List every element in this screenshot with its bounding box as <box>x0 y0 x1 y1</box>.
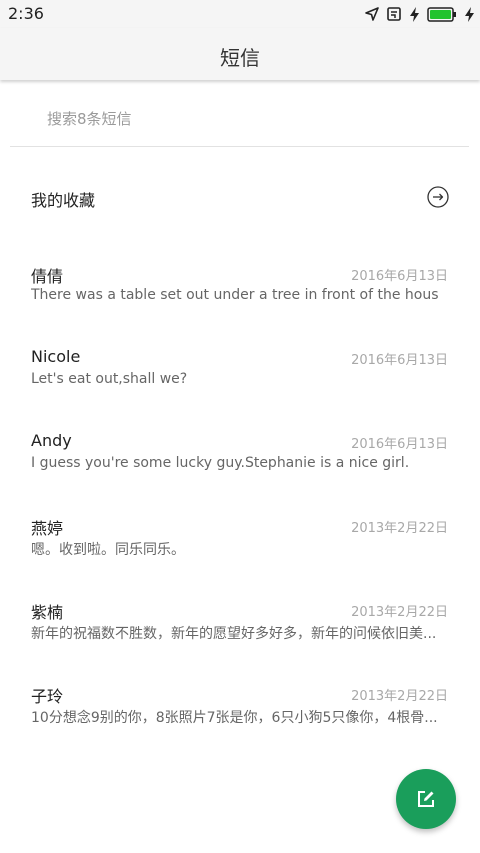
search-divider <box>10 146 469 147</box>
conversation-item[interactable]: Nicole 2016年6月13日 Let's eat out,shall we… <box>0 339 480 423</box>
location-arrow-icon <box>365 7 379 21</box>
messages-screen: 2:36 短信 搜索8条短信 我的收藏 倩倩 2016年6月13日 There … <box>0 0 480 853</box>
title-bar: 短信 <box>0 28 480 80</box>
compose-icon <box>418 791 434 807</box>
status-icons <box>365 4 474 24</box>
message-date: 2013年2月22日 <box>351 689 448 704</box>
message-preview: 新年的祝福数不胜数，新年的愿望好多好多，新年的问候依旧美... <box>31 626 437 642</box>
page-title: 短信 <box>220 46 260 70</box>
charging-bolt-icon <box>465 6 474 22</box>
contact-name: 紫楠 <box>31 603 64 622</box>
contact-name: Nicole <box>31 347 81 366</box>
status-bar: 2:36 <box>0 0 480 28</box>
message-preview: 嗯。收到啦。同乐同乐。 <box>31 542 185 558</box>
message-preview: There was a table set out under a tree i… <box>31 287 439 303</box>
arrow-right-circle-icon <box>427 186 449 208</box>
conversation-item[interactable]: 倩倩 2016年6月13日 There was a table set out … <box>0 255 480 339</box>
contact-name: 倩倩 <box>31 267 64 286</box>
message-preview: I guess you're some lucky guy.Stephanie … <box>31 455 410 471</box>
message-date: 2016年6月13日 <box>351 353 448 368</box>
battery-icon <box>427 6 456 22</box>
search-input[interactable] <box>47 108 427 130</box>
conversation-item[interactable]: 燕婷 2013年2月22日 嗯。收到啦。同乐同乐。 <box>0 507 480 591</box>
message-date: 2013年2月22日 <box>351 521 448 536</box>
contact-name: 燕婷 <box>31 519 64 538</box>
compose-button[interactable] <box>396 769 456 829</box>
message-date: 2013年2月22日 <box>351 605 448 620</box>
message-preview: 10分想念9别的你，8张照片7张是你，6只小狗5只像你，4根骨... <box>31 710 438 726</box>
favorites-label: 我的收藏 <box>31 191 96 210</box>
conversation-item[interactable]: Andy 2016年6月13日 I guess you're some luck… <box>0 423 480 507</box>
message-date: 2016年6月13日 <box>351 269 448 284</box>
conversation-item[interactable]: 子玲 2013年2月22日 10分想念9别的你，8张照片7张是你，6只小狗5只像… <box>0 675 480 759</box>
conversation-item[interactable]: 紫楠 2013年2月22日 新年的祝福数不胜数，新年的愿望好多好多，新年的问候依… <box>0 591 480 675</box>
status-time: 2:36 <box>8 4 44 23</box>
screen-rotate-icon <box>387 7 401 21</box>
charging-bolt-icon <box>410 6 419 22</box>
favorites-row[interactable]: 我的收藏 <box>0 170 480 224</box>
message-preview: Let's eat out,shall we? <box>31 371 188 387</box>
contact-name: 子玲 <box>31 687 64 706</box>
contact-name: Andy <box>31 431 72 450</box>
message-date: 2016年6月13日 <box>351 437 448 452</box>
